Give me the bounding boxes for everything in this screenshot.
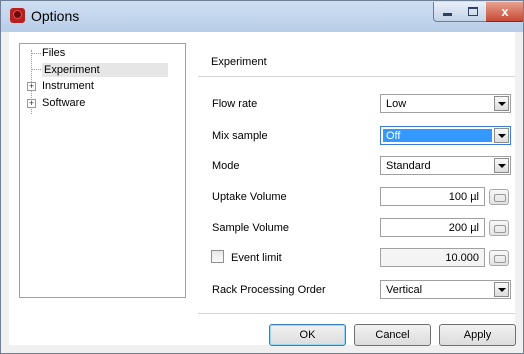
panel-heading: Experiment xyxy=(211,56,267,68)
title-bar[interactable]: Options x xyxy=(1,1,523,32)
close-icon: x xyxy=(501,4,509,19)
mix-sample-label: Mix sample xyxy=(212,130,268,142)
ok-button[interactable]: OK xyxy=(269,324,346,346)
uptake-volume-keypad-button[interactable] xyxy=(489,189,509,205)
tree-connector xyxy=(31,69,41,70)
close-button[interactable]: x xyxy=(486,2,523,22)
tree-item-experiment[interactable]: Experiment xyxy=(42,63,168,77)
chevron-down-icon[interactable] xyxy=(494,158,509,173)
chevron-down-icon[interactable] xyxy=(494,128,509,143)
event-limit-value: 10.000 xyxy=(445,252,479,264)
flow-rate-label: Flow rate xyxy=(212,98,258,110)
mode-select[interactable]: Standard xyxy=(380,156,511,175)
button-divider xyxy=(198,313,515,314)
mix-sample-value: Off xyxy=(386,130,401,142)
app-icon xyxy=(10,8,25,23)
rack-order-select[interactable]: Vertical xyxy=(380,280,511,299)
maximize-button[interactable] xyxy=(460,2,487,22)
maximize-icon xyxy=(468,7,478,16)
mode-label: Mode xyxy=(212,160,240,172)
options-window: Options x Files Experiment + Instrument … xyxy=(0,0,524,354)
apply-button[interactable]: Apply xyxy=(439,324,516,346)
event-limit-checkbox[interactable] xyxy=(211,250,224,263)
tree-item-software[interactable]: Software xyxy=(42,96,85,110)
chevron-down-icon[interactable] xyxy=(494,282,509,297)
uptake-volume-field[interactable]: 100 µl xyxy=(380,187,485,206)
mode-value: Standard xyxy=(386,160,431,172)
flow-rate-value: Low xyxy=(386,98,407,110)
uptake-volume-label: Uptake Volume xyxy=(212,191,287,203)
expand-instrument-icon[interactable]: + xyxy=(27,82,36,91)
event-limit-keypad-button[interactable] xyxy=(489,250,509,266)
tree-item-files[interactable]: Files xyxy=(42,46,65,60)
chevron-down-icon[interactable] xyxy=(494,96,509,111)
expand-software-icon[interactable]: + xyxy=(27,99,36,108)
minimize-button[interactable] xyxy=(433,2,462,22)
cancel-button[interactable]: Cancel xyxy=(354,324,431,346)
heading-divider xyxy=(198,76,515,77)
mix-sample-select[interactable]: Off xyxy=(380,126,511,145)
event-limit-label[interactable]: Event limit xyxy=(231,252,282,264)
minimize-icon xyxy=(443,13,452,16)
flow-rate-select[interactable]: Low xyxy=(380,94,511,113)
rack-order-value: Vertical xyxy=(386,284,423,296)
tree-connector xyxy=(31,53,41,54)
window-title: Options xyxy=(31,8,80,24)
sample-volume-field[interactable]: 200 µl xyxy=(380,218,485,237)
sample-volume-value: 200 µl xyxy=(448,222,479,234)
rack-order-label: Rack Processing Order xyxy=(212,284,326,296)
options-tree[interactable]: Files Experiment + Instrument + Software xyxy=(19,43,186,298)
uptake-volume-value: 100 µl xyxy=(448,191,479,203)
event-limit-field[interactable]: 10.000 xyxy=(380,248,485,267)
tree-item-instrument[interactable]: Instrument xyxy=(42,79,94,93)
sample-volume-label: Sample Volume xyxy=(212,222,290,234)
sample-volume-keypad-button[interactable] xyxy=(489,220,509,236)
